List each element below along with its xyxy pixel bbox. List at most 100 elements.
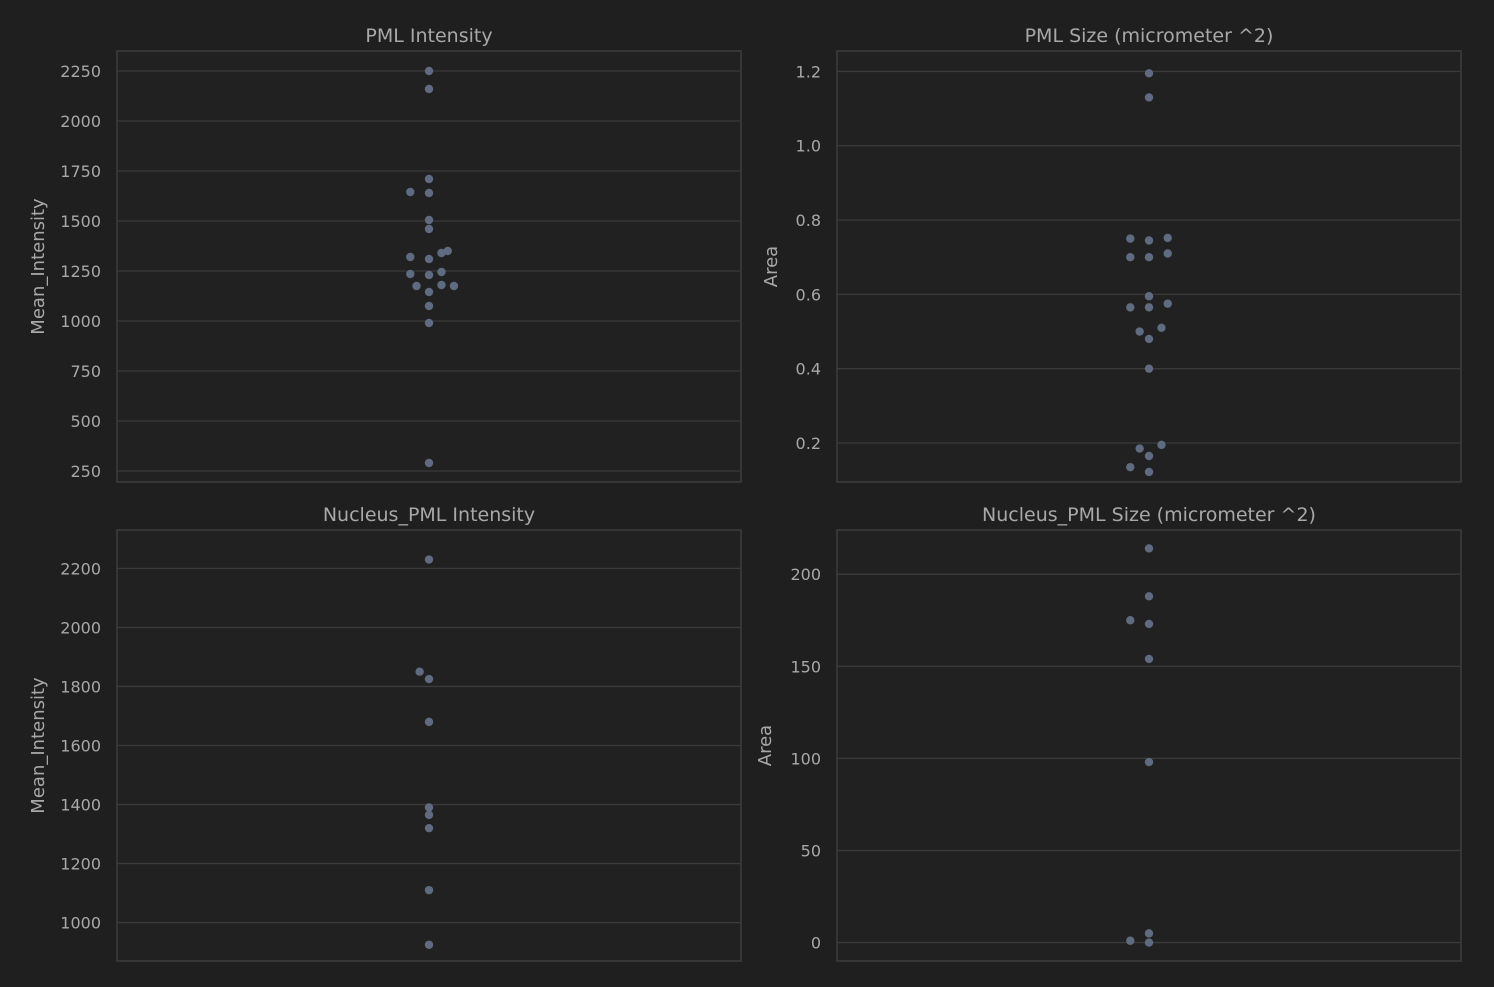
data-point — [1144, 654, 1154, 664]
y-tick-label: 50 — [801, 841, 821, 860]
data-point — [437, 267, 446, 277]
data-point — [406, 187, 415, 197]
data-point — [1144, 236, 1154, 245]
y-tick-label: 1750 — [60, 162, 101, 181]
y-tick-label: 1000 — [60, 312, 101, 331]
data-point — [437, 280, 446, 290]
y-tick-label: 1600 — [60, 737, 101, 756]
chart-title: Nucleus_PML Intensity — [323, 504, 535, 526]
y-tick-label: 100 — [790, 749, 821, 768]
y-tick-label: 2000 — [60, 618, 101, 637]
data-point — [1144, 364, 1154, 373]
y-tick-label: 250 — [70, 462, 101, 481]
y-tick-label: 1.2 — [796, 62, 821, 81]
data-point — [1163, 233, 1172, 243]
data-point — [424, 885, 434, 895]
data-point — [1144, 93, 1154, 102]
y-tick-label: 0 — [811, 934, 821, 953]
y-tick-label: 150 — [790, 657, 821, 676]
data-point — [1144, 467, 1154, 477]
data-point — [1135, 327, 1144, 336]
data-point — [1126, 936, 1135, 945]
data-point — [1135, 444, 1144, 453]
data-point — [1144, 253, 1154, 262]
data-point — [424, 940, 434, 949]
data-point — [424, 174, 434, 184]
data-point — [1144, 929, 1154, 938]
swarm-plot-figure: 250 500 750 1000 1250 1500 1750 2000 2250 PML Int… — [0, 0, 1494, 982]
data-point — [1126, 303, 1135, 312]
data-point — [424, 224, 434, 234]
data-point — [1144, 544, 1154, 553]
plot-area — [836, 50, 1462, 483]
chart-panel: 0 50 100 150 200 Nucleus_PML Size (micrometer… — [755, 504, 1462, 962]
y-tick-label: 1500 — [60, 212, 101, 231]
data-point — [449, 281, 459, 291]
figure-canvas: 250500750100012501500175020002250PML Int… — [28, 25, 1462, 962]
y-tick-label: 750 — [70, 362, 101, 381]
data-point — [1157, 440, 1166, 450]
data-point — [415, 667, 424, 676]
y-tick-label: 2200 — [60, 559, 101, 578]
data-point — [1144, 938, 1154, 947]
data-point — [1144, 334, 1154, 344]
y-tick-label: 0.8 — [796, 211, 821, 230]
y-tick-label: 0.2 — [796, 434, 821, 453]
chart-panel: 250 500 750 1000 1250 1500 1750 2000 2250 PML Int… — [28, 25, 742, 483]
data-point — [1157, 323, 1166, 333]
data-point — [424, 287, 434, 297]
y-tick-label: 0.4 — [796, 360, 821, 379]
y-axis-label: Mean_Intensity — [28, 198, 49, 335]
y-tick-label: 1250 — [60, 262, 101, 281]
data-point — [424, 555, 434, 564]
data-point — [424, 270, 434, 280]
y-tick-label: 0.6 — [796, 285, 821, 304]
data-point — [1144, 292, 1154, 301]
data-point — [424, 66, 434, 76]
data-point — [424, 803, 434, 812]
data-point — [424, 318, 434, 328]
data-point — [424, 84, 434, 94]
data-point — [424, 215, 434, 225]
y-tick-label: 1000 — [60, 914, 101, 933]
y-tick-label: 2250 — [60, 62, 101, 81]
data-point — [1144, 303, 1154, 312]
chart-title: PML Intensity — [365, 25, 492, 47]
data-point — [424, 254, 434, 264]
data-point — [424, 458, 434, 468]
y-axis-label: Mean_Intensity — [28, 677, 49, 814]
data-point — [1126, 234, 1135, 243]
plot-area — [116, 50, 742, 483]
y-tick-label: 1200 — [60, 855, 101, 874]
data-point — [406, 269, 415, 279]
y-tick-label: 1.0 — [796, 137, 821, 156]
data-point — [424, 188, 434, 198]
data-point — [437, 248, 446, 258]
y-tick-label: 1400 — [60, 796, 101, 815]
data-point — [412, 281, 421, 291]
chart-panel: 0.2 0.4 0.6 0.8 1.0 1.2 PML Size (micrometer ^… — [761, 25, 1462, 483]
chart-panel: 1000 1200 1400 1600 1800 2000 2200 Nucleus_PML … — [28, 504, 742, 962]
data-point — [1144, 451, 1154, 461]
data-point — [1126, 253, 1135, 262]
data-point — [1126, 616, 1135, 625]
data-point — [1144, 592, 1154, 601]
data-point — [424, 301, 434, 311]
chart-title: PML Size (micrometer ^2) — [1025, 25, 1274, 47]
data-point — [424, 674, 434, 684]
data-point — [1144, 619, 1154, 629]
y-tick-label: 2000 — [60, 112, 101, 131]
y-tick-label: 500 — [70, 412, 101, 431]
data-point — [424, 823, 434, 833]
y-axis-label: Area — [761, 246, 782, 287]
data-point — [1144, 757, 1154, 767]
data-point — [1144, 69, 1154, 78]
data-point — [1163, 249, 1172, 258]
y-tick-label: 200 — [790, 565, 821, 584]
data-point — [424, 810, 434, 820]
y-tick-label: 1800 — [60, 677, 101, 696]
data-point — [1163, 299, 1172, 308]
data-point — [1126, 462, 1135, 472]
y-axis-label: Area — [755, 725, 776, 766]
chart-title: Nucleus_PML Size (micrometer ^2) — [982, 504, 1316, 526]
